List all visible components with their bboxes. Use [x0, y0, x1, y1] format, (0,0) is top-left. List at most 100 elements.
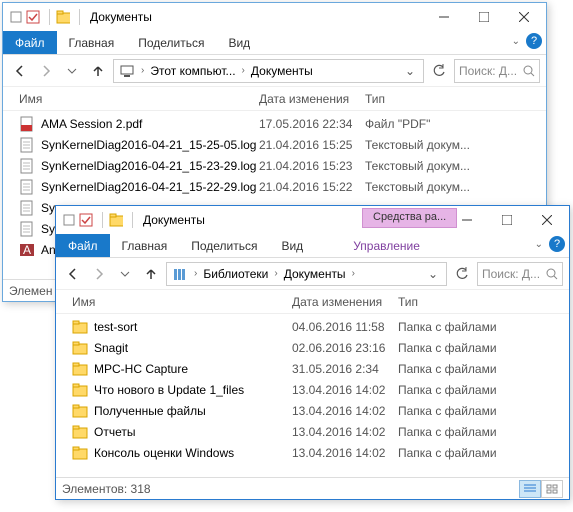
crumb-documents[interactable]: Документы — [248, 64, 316, 78]
file-date: 13.04.2016 14:02 — [292, 425, 398, 439]
crumb-documents[interactable]: Документы — [281, 267, 349, 281]
file-row[interactable]: Полученные файлы13.04.2016 14:02Папка с … — [72, 400, 569, 421]
column-headers: Имя Дата изменения Тип — [56, 290, 569, 314]
tab-home[interactable]: Главная — [57, 31, 127, 54]
nav-back-button[interactable] — [9, 60, 31, 82]
file-row[interactable]: AMA Session 2.pdf17.05.2016 22:34Файл "P… — [19, 113, 546, 134]
tab-home[interactable]: Главная — [110, 234, 180, 257]
chevron-right-icon[interactable]: › — [349, 268, 358, 279]
address-dropdown-icon[interactable]: ⌄ — [399, 64, 421, 78]
file-date: 21.04.2016 15:23 — [259, 159, 365, 173]
file-type: Папка с файлами — [398, 425, 569, 439]
libraries-icon[interactable] — [171, 265, 189, 283]
chevron-right-icon[interactable]: › — [191, 268, 200, 279]
file-row[interactable]: SynKernelDiag2016-04-21_15-22-29.log21.0… — [19, 176, 546, 197]
tab-view[interactable]: Вид — [269, 234, 315, 257]
qat-check-icon[interactable] — [79, 213, 93, 227]
tab-manage[interactable]: Управление — [341, 234, 432, 257]
minimize-button[interactable] — [424, 4, 464, 30]
folder-icon — [72, 445, 88, 461]
qat-icon[interactable] — [62, 213, 76, 227]
tab-share[interactable]: Поделиться — [179, 234, 269, 257]
file-row[interactable]: Консоль оценки Windows13.04.2016 14:02Па… — [72, 442, 569, 463]
address-dropdown-icon[interactable]: ⌄ — [422, 267, 444, 281]
file-row[interactable]: test-sort04.06.2016 11:58Папка с файлами — [72, 316, 569, 337]
nav-back-button[interactable] — [62, 263, 84, 285]
address-bar: › Этот компьют... › Документы ⌄ Поиск: Д… — [3, 55, 546, 87]
nav-forward-button[interactable] — [88, 263, 110, 285]
file-name: MPC-HC Capture — [94, 362, 292, 376]
file-name: Полученные файлы — [94, 404, 292, 418]
separator — [49, 9, 50, 25]
close-button[interactable] — [527, 207, 567, 233]
search-input[interactable]: Поиск: Д... — [477, 262, 563, 286]
breadcrumb[interactable]: › Библиотеки › Документы › ⌄ — [166, 262, 447, 286]
file-type: Папка с файлами — [398, 362, 569, 376]
refresh-button[interactable] — [428, 60, 450, 82]
help-icon[interactable]: ? — [549, 236, 565, 252]
status-text: Элемен — [9, 284, 52, 298]
ribbon-expand-icon[interactable]: ⌄ — [535, 239, 543, 250]
chevron-right-icon[interactable]: › — [271, 268, 280, 279]
close-button[interactable] — [504, 4, 544, 30]
chevron-right-icon[interactable]: › — [138, 65, 147, 76]
nav-forward-button[interactable] — [35, 60, 57, 82]
col-name[interactable]: Имя — [19, 92, 259, 106]
col-type[interactable]: Тип — [365, 92, 546, 106]
file-date: 13.04.2016 14:02 — [292, 383, 398, 397]
file-date: 21.04.2016 15:25 — [259, 138, 365, 152]
file-date: 21.04.2016 15:22 — [259, 180, 365, 194]
qat-check-icon[interactable] — [26, 10, 40, 24]
doc-icon — [19, 221, 35, 237]
folder-icon — [72, 382, 88, 398]
help-icon[interactable]: ? — [526, 33, 542, 49]
col-date[interactable]: Дата изменения — [292, 295, 398, 309]
tab-share[interactable]: Поделиться — [126, 31, 216, 54]
refresh-button[interactable] — [451, 263, 473, 285]
crumb-this-pc[interactable]: Этот компьют... — [147, 64, 238, 78]
pc-icon[interactable] — [118, 62, 136, 80]
col-type[interactable]: Тип — [398, 295, 569, 309]
maximize-button[interactable] — [464, 4, 504, 30]
chevron-right-icon[interactable]: › — [239, 65, 248, 76]
search-icon[interactable] — [523, 65, 535, 77]
file-row[interactable]: Snagit02.06.2016 23:16Папка с файлами — [72, 337, 569, 358]
file-row[interactable]: SynKernelDiag2016-04-21_15-25-05.log21.0… — [19, 134, 546, 155]
maximize-button[interactable] — [487, 207, 527, 233]
context-tab-tools[interactable]: Средства ра... — [362, 208, 457, 228]
col-name[interactable]: Имя — [72, 295, 292, 309]
nav-up-button[interactable] — [87, 60, 109, 82]
tab-file[interactable]: Файл — [3, 31, 57, 54]
search-input[interactable]: Поиск: Д... — [454, 59, 540, 83]
qat-icon[interactable] — [9, 10, 23, 24]
file-type: Папка с файлами — [398, 383, 569, 397]
tab-view[interactable]: Вид — [216, 31, 262, 54]
breadcrumb[interactable]: › Этот компьют... › Документы ⌄ — [113, 59, 424, 83]
file-type: Текстовый докум... — [365, 180, 546, 194]
file-row[interactable]: MPC-HC Capture31.05.2016 2:34Папка с фай… — [72, 358, 569, 379]
nav-up-button[interactable] — [140, 263, 162, 285]
view-details-button[interactable] — [519, 480, 541, 498]
titlebar[interactable]: Документы Средства ра... — [56, 206, 569, 234]
nav-recent-button[interactable] — [61, 60, 83, 82]
nav-recent-button[interactable] — [114, 263, 136, 285]
file-name: SynKernelDiag2016-04-21_15-25-05.log — [41, 138, 259, 152]
view-icons-button[interactable] — [541, 480, 563, 498]
folder-icon — [72, 319, 88, 335]
file-date: 13.04.2016 14:02 — [292, 404, 398, 418]
crumb-libraries[interactable]: Библиотеки — [200, 267, 271, 281]
file-type: Текстовый докум... — [365, 138, 546, 152]
tab-file[interactable]: Файл — [56, 234, 110, 257]
ribbon-expand-icon[interactable]: ⌄ — [512, 36, 520, 47]
status-text: Элементов: 318 — [62, 482, 151, 496]
search-icon[interactable] — [546, 268, 558, 280]
address-bar: › Библиотеки › Документы › ⌄ Поиск: Д... — [56, 258, 569, 290]
folder-icon — [72, 340, 88, 356]
file-row[interactable]: SynKernelDiag2016-04-21_15-23-29.log21.0… — [19, 155, 546, 176]
pdf-icon — [19, 116, 35, 132]
file-row[interactable]: Отчеты13.04.2016 14:02Папка с файлами — [72, 421, 569, 442]
file-row[interactable]: Что нового в Update 1_files13.04.2016 14… — [72, 379, 569, 400]
titlebar[interactable]: Документы — [3, 3, 546, 31]
col-date[interactable]: Дата изменения — [259, 92, 365, 106]
file-type: Папка с файлами — [398, 446, 569, 460]
